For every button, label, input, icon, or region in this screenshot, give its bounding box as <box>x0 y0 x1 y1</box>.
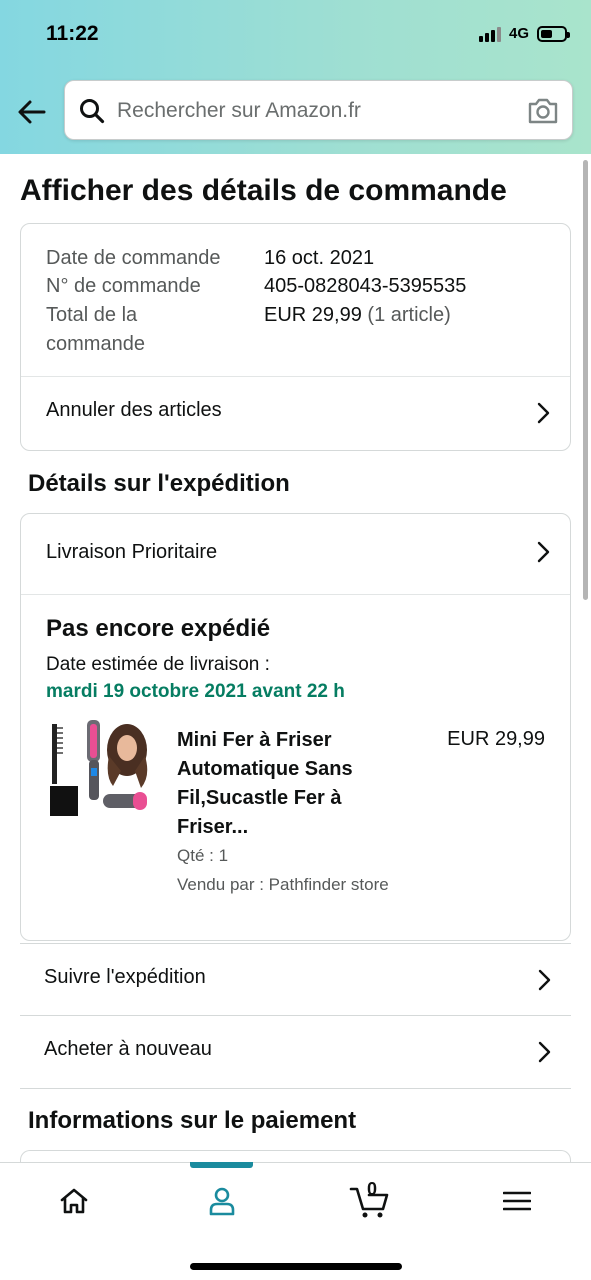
battery-icon <box>537 25 570 42</box>
nav-menu-button[interactable] <box>492 1181 542 1221</box>
order-number-label: N° de commande <box>46 275 201 297</box>
search-icon <box>80 99 105 124</box>
home-indicator <box>190 1263 402 1270</box>
delivery-option-row[interactable]: Livraison Prioritaire <box>21 514 570 594</box>
order-total-label-line1: Total de la <box>46 304 138 326</box>
status-indicators: 4G <box>478 25 570 42</box>
chevron-right-icon <box>538 1041 551 1063</box>
app-header: 11:22 4G <box>0 0 591 154</box>
cancel-items-row[interactable]: Annuler des articles <box>21 377 570 451</box>
divider <box>21 594 570 595</box>
signal-icon <box>478 26 501 42</box>
active-tab-indicator <box>190 1162 253 1168</box>
order-total-items: (1 article) <box>367 304 451 326</box>
search-input[interactable] <box>117 91 517 131</box>
search-bar[interactable] <box>64 80 573 140</box>
order-summary-card: Date de commande 16 oct. 2021 N° de comm… <box>20 223 571 451</box>
nav-home-button[interactable] <box>49 1181 99 1221</box>
product-seller: Vendu par : Pathfinder store <box>177 875 389 894</box>
shipping-section-title: Détails sur l'expédition <box>28 470 290 497</box>
chevron-right-icon <box>537 541 550 563</box>
payment-section-title: Informations sur le paiement <box>28 1107 357 1134</box>
cart-count: 0 <box>367 1179 378 1199</box>
order-total-label-line2: commande <box>46 333 145 355</box>
order-total-value: EUR 29,99 (1 article) <box>264 301 451 329</box>
shipping-card: Livraison Prioritaire Pas encore expédié… <box>20 513 571 941</box>
product-image[interactable] <box>47 716 153 822</box>
order-number-value: 405-0828043-5395535 <box>264 275 467 297</box>
scrollbar[interactable] <box>583 160 588 600</box>
camera-icon[interactable] <box>526 95 560 127</box>
chevron-right-icon <box>537 402 550 424</box>
home-icon <box>60 1188 88 1214</box>
buy-again-row[interactable]: Acheter à nouveau <box>20 1016 571 1089</box>
order-total-amount: EUR 29,99 <box>264 304 362 326</box>
network-label: 4G <box>508 25 529 42</box>
estimate-date: mardi 19 octobre 2021 avant 22 h <box>46 681 345 702</box>
page-title: Afficher des détails de commande <box>20 174 507 207</box>
order-date-value: 16 oct. 2021 <box>264 247 375 269</box>
user-icon <box>209 1187 235 1216</box>
order-date-label: Date de commande <box>46 247 221 269</box>
nav-cart-button[interactable]: 0 <box>345 1179 397 1221</box>
estimate-label: Date estimée de livraison : <box>46 654 270 675</box>
chevron-right-icon <box>538 969 551 991</box>
bottom-nav: 0 <box>0 1162 591 1280</box>
track-shipment-label: Suivre l'expédition <box>44 966 206 988</box>
product-title[interactable]: Mini Fer à Friser Automatique Sans Fil,S… <box>177 726 397 842</box>
cancel-items-label: Annuler des articles <box>46 399 222 421</box>
status-time: 11:22 <box>46 22 99 45</box>
buy-again-label: Acheter à nouveau <box>44 1038 212 1060</box>
menu-icon <box>503 1191 531 1211</box>
nav-account-button[interactable] <box>197 1181 247 1221</box>
shipment-status: Pas encore expédié <box>46 615 271 642</box>
product-quantity: Qté : 1 <box>177 846 229 865</box>
delivery-option-label: Livraison Prioritaire <box>46 541 218 563</box>
product-price: EUR 29,99 <box>447 728 545 750</box>
track-shipment-row[interactable]: Suivre l'expédition <box>20 943 571 1016</box>
back-arrow-icon[interactable] <box>14 94 50 130</box>
